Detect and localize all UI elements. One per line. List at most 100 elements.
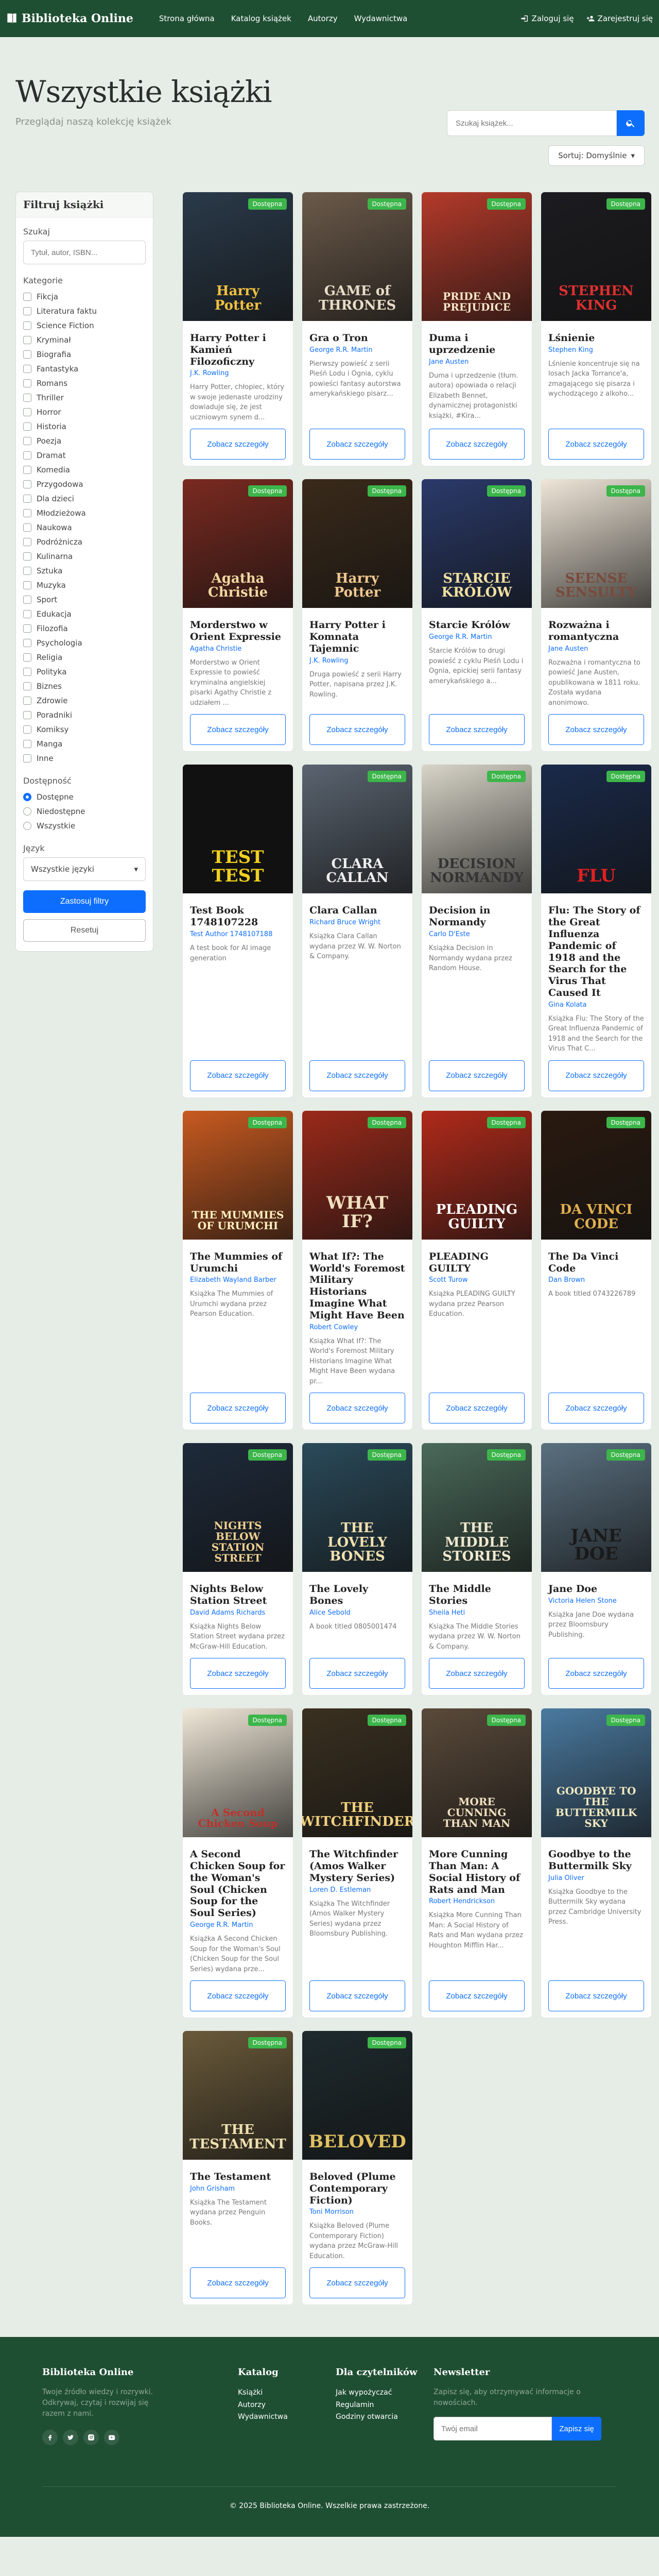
category-option[interactable]: Filozofia (23, 621, 146, 636)
book-author[interactable]: Gina Kolata (548, 1001, 644, 1009)
category-option[interactable]: Muzyka (23, 578, 146, 592)
view-details-button[interactable]: Zobacz szczegóły (190, 429, 286, 460)
sort-dropdown[interactable]: Sortuj: Domyślnie ▾ (548, 145, 645, 166)
checkbox[interactable] (23, 336, 31, 344)
view-details-button[interactable]: Zobacz szczegóły (429, 429, 525, 460)
category-option[interactable]: Podróżnicza (23, 535, 146, 549)
category-option[interactable]: Komedia (23, 463, 146, 477)
checkbox[interactable] (23, 567, 31, 575)
view-details-button[interactable]: Zobacz szczegóły (548, 1060, 644, 1091)
book-cover[interactable]: Dostępna THE LOVELY BONES (302, 1443, 412, 1572)
checkbox[interactable] (23, 725, 31, 734)
book-author[interactable]: George R.R. Martin (429, 633, 525, 641)
book-cover[interactable]: Dostępna WHAT IF? (302, 1110, 412, 1240)
view-details-button[interactable]: Zobacz szczegóły (548, 429, 644, 460)
category-option[interactable]: Młodzieżowa (23, 506, 146, 520)
book-cover[interactable]: Dostępna THE MIDDLE STORIES (422, 1443, 532, 1572)
nav-link-home[interactable]: Strona główna (154, 10, 220, 27)
book-author[interactable]: J.K. Rowling (309, 657, 405, 665)
nav-link-authors[interactable]: Autorzy (303, 10, 343, 27)
view-details-button[interactable]: Zobacz szczegóły (309, 1393, 405, 1424)
checkbox[interactable] (23, 697, 31, 705)
checkbox[interactable] (23, 466, 31, 474)
footer-link-how-to-borrow[interactable]: Jak wypożyczać (336, 2387, 433, 2399)
category-option[interactable]: Science Fiction (23, 318, 146, 333)
checkbox[interactable] (23, 639, 31, 647)
availability-option[interactable]: Wszystkie (23, 819, 146, 833)
view-details-button[interactable]: Zobacz szczegóły (190, 1658, 286, 1689)
view-details-button[interactable]: Zobacz szczegóły (309, 429, 405, 460)
checkbox[interactable] (23, 307, 31, 315)
book-author[interactable]: Test Author 1748107188 (190, 930, 286, 938)
category-option[interactable]: Poradniki (23, 708, 146, 722)
book-cover[interactable]: Dostępna CLARA CALLAN (302, 765, 412, 894)
checkbox[interactable] (23, 394, 31, 402)
checkbox[interactable] (23, 523, 31, 532)
book-author[interactable]: Carlo D'Este (429, 930, 525, 938)
book-cover[interactable]: Dostępna Harry Potter (302, 479, 412, 608)
book-cover[interactable]: Dostępna FLU (541, 765, 651, 894)
category-option[interactable]: Historia (23, 419, 146, 434)
language-select[interactable]: Wszystkie języki ▾ (23, 857, 146, 881)
book-cover[interactable]: Dostępna PRIDE AND PREJUDICE (422, 192, 532, 321)
subscribe-button[interactable]: Zapisz się (552, 2417, 601, 2441)
book-author[interactable]: Jane Austen (429, 358, 525, 366)
radio-button[interactable] (23, 807, 31, 816)
view-details-button[interactable]: Zobacz szczegóły (548, 1393, 644, 1424)
book-author[interactable]: Dan Brown (548, 1276, 644, 1284)
book-author[interactable]: George R.R. Martin (309, 346, 405, 354)
book-author[interactable]: George R.R. Martin (190, 1921, 286, 1929)
category-option[interactable]: Kryminał (23, 333, 146, 347)
view-details-button[interactable]: Zobacz szczegóły (429, 1393, 525, 1424)
view-details-button[interactable]: Zobacz szczegóły (548, 714, 644, 745)
book-cover[interactable]: Dostępna THE TESTAMENT (183, 2031, 293, 2160)
book-author[interactable]: Robert Hendrickson (429, 1897, 525, 1905)
view-details-button[interactable]: Zobacz szczegóły (309, 714, 405, 745)
checkbox[interactable] (23, 408, 31, 416)
reset-filters-button[interactable]: Resetuj (23, 919, 146, 942)
instagram-icon[interactable] (83, 2430, 99, 2446)
checkbox[interactable] (23, 610, 31, 618)
checkbox[interactable] (23, 668, 31, 676)
category-option[interactable]: Biznes (23, 679, 146, 693)
book-author[interactable]: Richard Bruce Wright (309, 919, 405, 926)
checkbox[interactable] (23, 538, 31, 546)
book-cover[interactable]: Dostępna GAME of THRONES (302, 192, 412, 321)
book-cover[interactable]: TEST TEST (183, 765, 293, 894)
view-details-button[interactable]: Zobacz szczegóły (548, 1658, 644, 1689)
register-link[interactable]: Zarejestruj się (586, 14, 653, 23)
checkbox[interactable] (23, 552, 31, 561)
view-details-button[interactable]: Zobacz szczegóły (429, 1658, 525, 1689)
book-cover[interactable]: Dostępna A Second Chicken Soup (183, 1708, 293, 1838)
footer-link-publishers[interactable]: Wydawnictwa (238, 2411, 336, 2423)
book-cover[interactable]: Dostępna THE WITCHFINDER (302, 1708, 412, 1838)
view-details-button[interactable]: Zobacz szczegóły (190, 1980, 286, 2012)
checkbox[interactable] (23, 451, 31, 460)
category-option[interactable]: Dramat (23, 448, 146, 463)
brand[interactable]: Biblioteka Online (5, 12, 133, 25)
book-cover[interactable]: Dostępna Agatha Christie (183, 479, 293, 608)
search-input[interactable] (447, 110, 617, 136)
view-details-button[interactable]: Zobacz szczegóły (548, 1980, 644, 2012)
category-option[interactable]: Thriller (23, 391, 146, 405)
facebook-icon[interactable] (42, 2430, 58, 2446)
footer-link-opening-hours[interactable]: Godziny otwarcia (336, 2411, 433, 2423)
category-option[interactable]: Kulinarna (23, 549, 146, 564)
checkbox[interactable] (23, 437, 31, 445)
checkbox[interactable] (23, 653, 31, 662)
footer-link-books[interactable]: Książki (238, 2387, 336, 2399)
checkbox[interactable] (23, 350, 31, 359)
checkbox[interactable] (23, 682, 31, 690)
book-author[interactable]: Julia Oliver (548, 1874, 644, 1882)
view-details-button[interactable]: Zobacz szczegóły (429, 714, 525, 745)
footer-link-authors[interactable]: Autorzy (238, 2399, 336, 2411)
category-option[interactable]: Poezja (23, 434, 146, 448)
category-option[interactable]: Horror (23, 405, 146, 419)
book-author[interactable]: David Adams Richards (190, 1609, 286, 1617)
category-option[interactable]: Psychologia (23, 636, 146, 650)
book-cover[interactable]: Dostępna BELOVED (302, 2031, 412, 2160)
newsletter-email-input[interactable] (433, 2417, 552, 2441)
view-details-button[interactable]: Zobacz szczegóły (429, 1060, 525, 1091)
checkbox[interactable] (23, 422, 31, 431)
category-option[interactable]: Zdrowie (23, 693, 146, 708)
